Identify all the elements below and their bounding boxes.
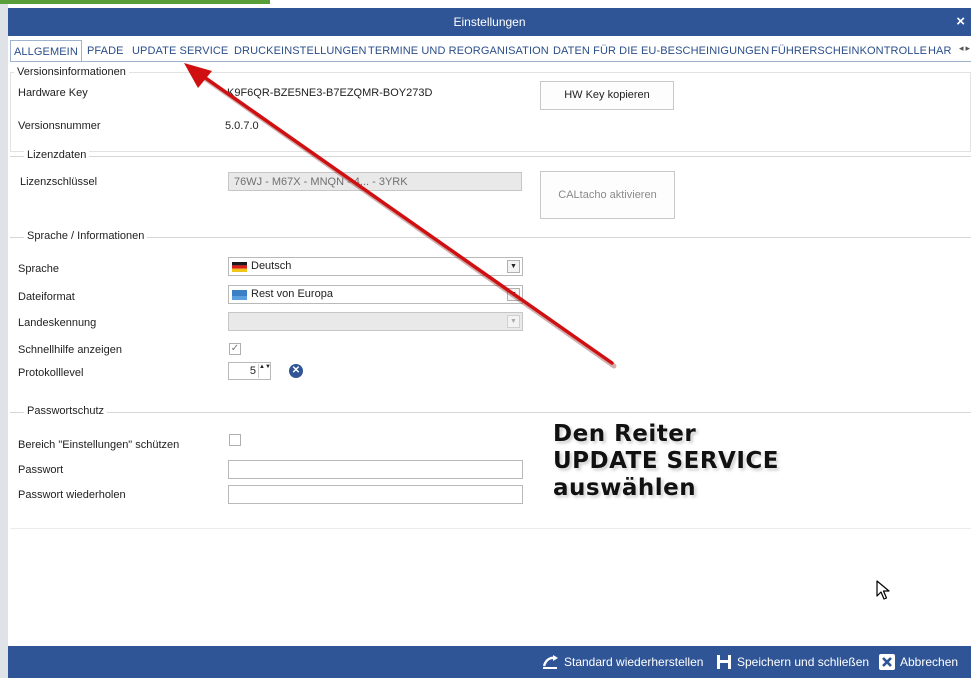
tab-strip: ALLGEMEIN PFADE UPDATE SERVICE DRUCKEINS… <box>10 40 971 62</box>
save-and-close-label: Speichern und schließen <box>737 655 870 669</box>
restore-icon <box>542 655 558 669</box>
passwort-label: Passwort <box>18 464 64 476</box>
version-value: 5.0.7.0 <box>225 120 259 132</box>
landeskennung-label: Landeskennung <box>18 317 97 329</box>
dateiformat-value: Rest von Europa <box>251 288 333 300</box>
protokolllevel-value: 5 <box>249 365 256 377</box>
chevron-right-icon[interactable]: ▸ <box>965 43 970 53</box>
sprache-label: Sprache <box>18 263 59 275</box>
floppy-disk-icon <box>717 655 731 669</box>
restore-defaults-button[interactable]: Standard wiederherstellen <box>541 654 703 670</box>
tab-pfade[interactable]: PFADE <box>84 43 127 61</box>
dateiformat-label: Dateiformat <box>18 291 75 303</box>
sprache-select[interactable]: Deutsch ▼ <box>228 257 523 276</box>
activate-caltacho-button[interactable]: CALtacho aktivieren <box>540 171 675 219</box>
german-flag-icon <box>232 262 247 272</box>
license-key-label: Lizenzschlüssel <box>20 176 98 188</box>
cancel-label: Abbrechen <box>900 655 959 669</box>
chevron-down-icon[interactable]: ▼ <box>507 260 520 273</box>
sprache-value: Deutsch <box>251 260 292 272</box>
dateiformat-select[interactable]: Rest von Europa ▼ <box>228 285 523 304</box>
cancel-icon <box>879 654 895 670</box>
license-key-field[interactable]: 76WJ - M67X - MNQN - 4... - 3YRK <box>228 172 522 191</box>
save-and-close-button[interactable]: Speichern und schließen <box>716 654 869 670</box>
tab-har[interactable]: HAR <box>925 43 955 61</box>
tab-daten-eu-bescheinigungen[interactable]: DATEN FÜR DIE EU-BESCHEINIGUNGEN <box>550 43 772 61</box>
chevron-down-icon[interactable]: ▼ <box>507 315 520 328</box>
cancel-button[interactable]: Abbrechen <box>879 654 958 670</box>
tab-fuehrerscheinkontrolle[interactable]: FÜHRERSCHEINKONTROLLE <box>768 43 930 61</box>
annotation-line-3: auswählen <box>553 475 697 501</box>
chevron-left-icon[interactable]: ◂ <box>959 43 964 53</box>
language-group-divider <box>10 237 971 238</box>
copy-hw-key-button[interactable]: HW Key kopieren <box>540 81 674 110</box>
versions-group <box>10 72 971 152</box>
annotation-line-1: Den Reiter <box>553 421 697 447</box>
tab-update-service[interactable]: UPDATE SERVICE <box>129 43 231 61</box>
spin-arrows-icon[interactable]: ▲▼ <box>258 364 271 378</box>
background-app-strip <box>0 0 270 4</box>
restore-defaults-label: Standard wiederherstellen <box>564 655 704 669</box>
license-group-divider <box>10 156 971 157</box>
europe-flag-icon <box>232 290 247 300</box>
passwort-wiederholen-label: Passwort wiederholen <box>18 489 126 501</box>
passwort-wiederholen-field[interactable] <box>228 485 523 504</box>
close-icon[interactable]: × <box>956 13 965 30</box>
versions-group-title: Versionsinformationen <box>14 66 129 78</box>
mouse-cursor-icon <box>876 580 890 600</box>
annotation-line-2: UPDATE SERVICE <box>553 448 779 474</box>
footer-bar: Standard wiederherstellen Speichern und … <box>8 646 971 678</box>
version-label: Versionsnummer <box>18 120 101 132</box>
settings-panel: Versionsinformationen Hardware Key K9F6Q… <box>10 62 971 530</box>
hardware-key-value: K9F6QR-BZE5NE3-B7EZQMR-BOY273D <box>227 87 433 99</box>
reset-icon[interactable]: ✕ <box>289 364 303 378</box>
tab-allgemein[interactable]: ALLGEMEIN <box>10 40 82 61</box>
chevron-down-icon[interactable]: ▼ <box>507 288 520 301</box>
protect-settings-checkbox[interactable] <box>229 434 241 446</box>
passwort-field[interactable] <box>228 460 523 479</box>
tab-scroll-controls: ◂ ▸ <box>955 43 971 54</box>
password-group-divider <box>10 412 971 413</box>
landeskennung-select[interactable]: ▼ <box>228 312 523 331</box>
license-group-title: Lizenzdaten <box>24 149 90 161</box>
password-group-title: Passwortschutz <box>24 405 108 417</box>
annotation-text: Den Reiter UPDATE SERVICE auswählen <box>553 421 779 502</box>
schnellhilfe-label: Schnellhilfe anzeigen <box>18 344 122 356</box>
protokolllevel-stepper[interactable]: 5 ▲▼ <box>228 362 271 380</box>
password-group-bottom <box>10 528 971 529</box>
tab-druckeinstellungen[interactable]: DRUCKEINSTELLUNGEN <box>231 43 370 61</box>
hardware-key-label: Hardware Key <box>18 87 88 99</box>
protect-settings-label: Bereich "Einstellungen" schützen <box>18 439 180 451</box>
protokolllevel-label: Protokolllevel <box>18 367 84 379</box>
language-group-title: Sprache / Informationen <box>24 230 148 242</box>
window-title: Einstellungen <box>453 15 526 29</box>
title-bar: Einstellungen × <box>8 8 971 36</box>
window-side-border <box>0 0 8 678</box>
tab-termine-und-reorganisation[interactable]: TERMINE UND REORGANISATION <box>365 43 552 61</box>
schnellhilfe-checkbox[interactable]: ✓ <box>229 343 241 355</box>
